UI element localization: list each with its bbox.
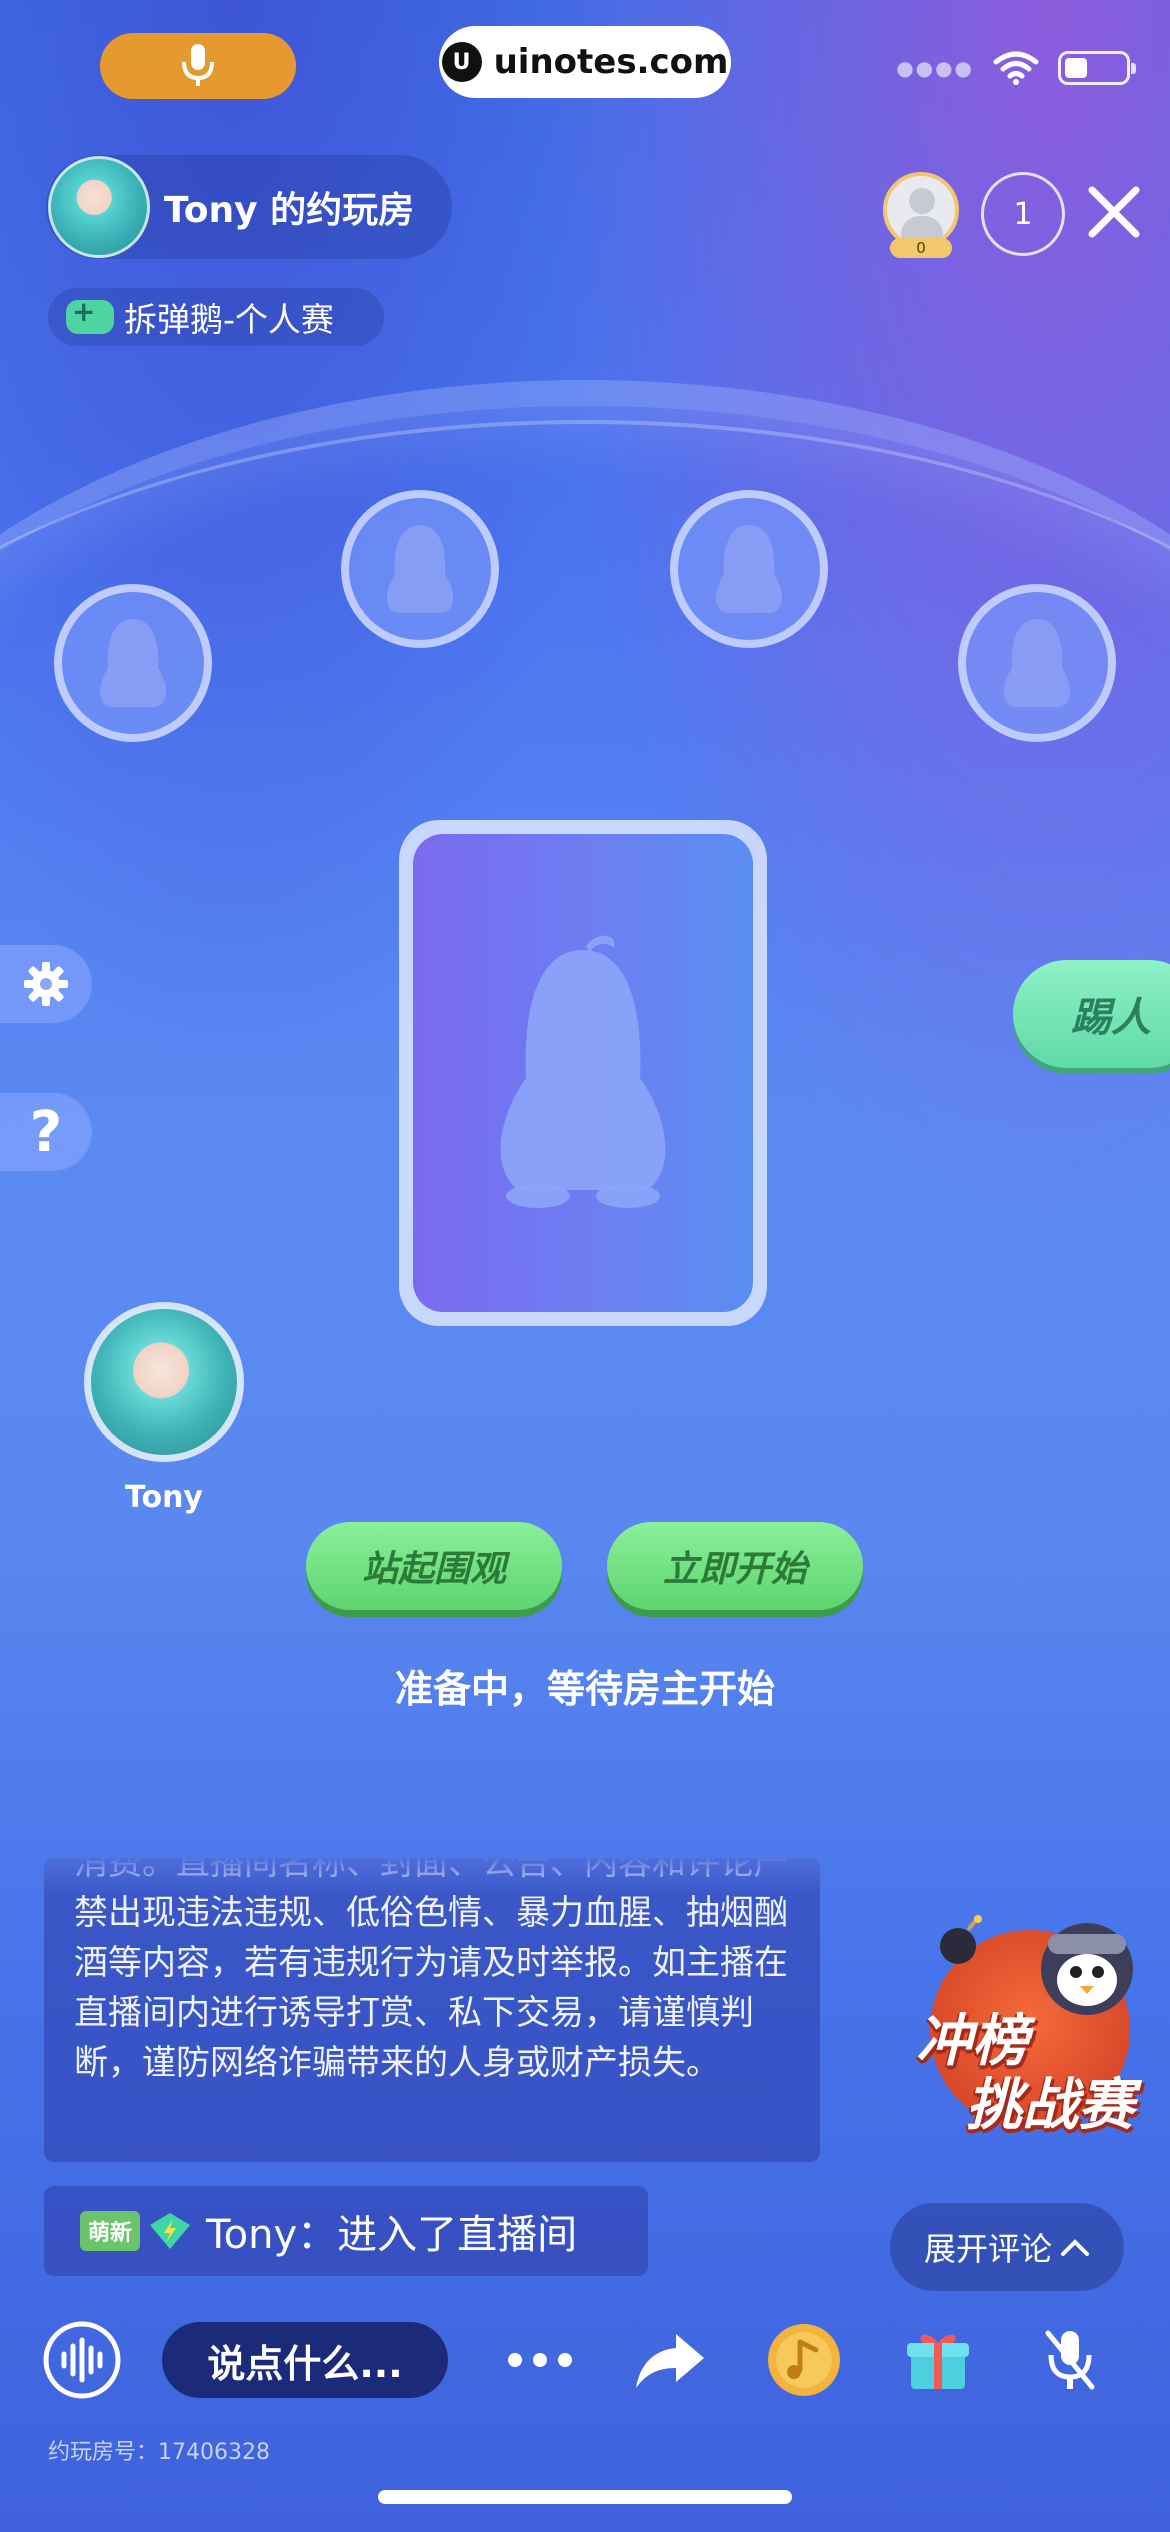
home-indicator[interactable] [378,2490,792,2504]
gift-icon [907,2334,969,2389]
chat-message: 萌新 Tony：进入了直播间 [44,2186,648,2276]
music-disc-icon [768,2324,840,2396]
viewer-count-badge: 0 [890,238,952,258]
status-text: 准备中，等待房主开始 [394,1667,775,1711]
help-button[interactable]: ? [0,1093,92,1171]
penguin-placeholder-icon [716,525,782,613]
player-avatar[interactable] [84,1302,244,1462]
stand-watch-button[interactable]: 站起围观 [306,1522,562,1610]
bottom-toolbar: 说点什么... [0,2310,1170,2410]
gift-button[interactable] [894,2316,982,2404]
penguin-mascot-icon [1041,1923,1133,2015]
ranking-challenge-promo[interactable]: 冲榜 挑战赛 [912,1910,1156,2140]
battery-icon [1058,51,1136,85]
viewer-avatar[interactable] [883,172,959,248]
empty-seat-2[interactable] [341,490,499,648]
settings-button[interactable] [0,945,92,1023]
penguin-placeholder-icon [1004,619,1070,707]
diamond-bolt-icon [150,2213,191,2249]
center-card-slot [399,820,767,1326]
chat-message-text: Tony：进入了直播间 [206,2212,578,2258]
mute-mic-button[interactable] [1026,2316,1114,2404]
gear-icon [24,962,68,1006]
room-title-pill[interactable]: Tony 的约玩房 [46,155,452,259]
cellular-signal-icon: ●●●● [896,56,974,80]
share-arrow-icon [636,2334,704,2388]
empty-seat-3[interactable] [670,490,828,648]
microphone-icon [182,44,214,86]
start-now-button[interactable]: 立即开始 [607,1522,863,1610]
share-button[interactable] [626,2316,714,2404]
voice-recording-pill[interactable] [100,33,296,99]
room-number: 约玩房号：17406328 [48,2440,270,2465]
notice-box[interactable]: 消费。直播间名称、封面、公告、内容和评论严禁出现违法违规、低俗色情、暴力血腥、抽… [44,1858,820,2162]
penguin-placeholder-icon [500,935,666,1208]
chevron-up-icon [1061,2239,1089,2256]
penguin-placeholder-icon [387,525,453,613]
room-title: Tony 的约玩房 [164,190,415,231]
newbie-badge: 萌新 [80,2211,141,2251]
kick-player-button[interactable]: 踢人 [1013,960,1170,1068]
status-indicators: ●●●● [896,50,1136,86]
empty-seat-1[interactable] [54,584,212,742]
watermark-url-pill: U uinotes.com [439,26,731,98]
expand-comments-button[interactable]: 展开评论 [890,2203,1124,2291]
bomb-icon [940,1915,982,1964]
comment-input[interactable]: 说点什么... [162,2322,448,2398]
game-mode-tag[interactable]: 拆弹鹅-个人赛 [48,288,384,346]
close-icon[interactable] [1082,180,1146,244]
more-dots-icon [508,2353,572,2367]
wifi-icon [993,51,1039,85]
gamepad-icon [66,295,114,334]
host-avatar [48,156,150,258]
player-name: Tony [124,1480,203,1515]
game-room-screen: U uinotes.com ●●●● Tony 的约玩房 拆弹鹅-个人赛 0 1 [0,0,1170,2532]
promo-line-2: 挑战赛 [966,2073,1134,2138]
voice-wave-button[interactable] [38,2316,126,2404]
watermark-url: uinotes.com [493,42,729,82]
penguin-placeholder-icon [100,619,166,707]
game-mode-label: 拆弹鹅-个人赛 [124,300,334,339]
sound-wave-icon [43,2321,121,2399]
more-button[interactable] [496,2316,584,2404]
notice-text: 消费。直播间名称、封面、公告、内容和评论严禁出现违法违规、低俗色情、暴力血腥、抽… [74,1858,788,2083]
microphone-off-icon [1045,2330,1095,2390]
expand-comments-label: 展开评论 [923,2230,1052,2268]
music-button[interactable] [760,2316,848,2404]
online-count-button[interactable]: 1 [981,172,1065,256]
empty-seat-4[interactable] [958,584,1116,742]
uinotes-logo-icon: U [441,42,482,82]
question-mark-icon: ? [29,1099,63,1165]
